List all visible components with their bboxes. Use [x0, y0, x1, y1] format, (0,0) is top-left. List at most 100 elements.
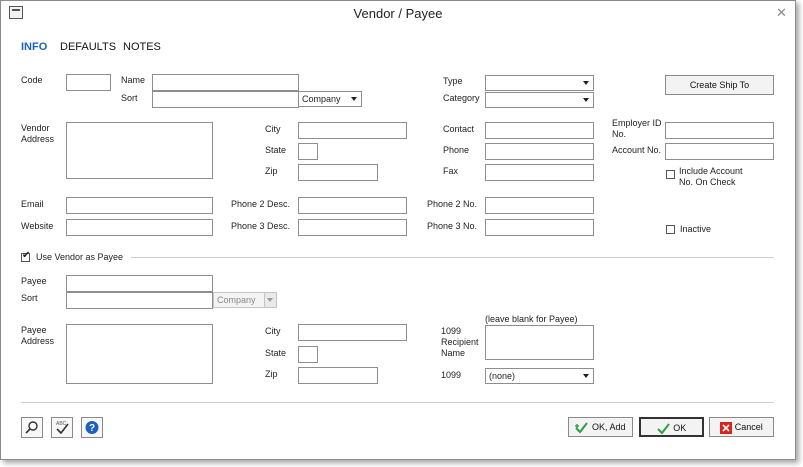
search-button[interactable] [21, 417, 43, 438]
inactive-checkbox[interactable] [666, 225, 675, 234]
check-icon: ✔ [22, 250, 31, 261]
phone-field[interactable] [485, 143, 594, 160]
phone3-desc-label: Phone 3 Desc. [231, 221, 291, 231]
ok-button[interactable]: OK [639, 417, 704, 437]
category-select[interactable] [485, 92, 594, 108]
vendor-payee-window: Vendor / Payee ✕ INFO DEFAULTS NOTES Cod… [0, 0, 796, 460]
form1099-select[interactable]: (none) [485, 368, 594, 384]
payee-state-field[interactable] [298, 346, 318, 363]
payee-zip-label: Zip [265, 369, 278, 379]
help-icon: ? [85, 421, 99, 434]
sort-label: Sort [121, 93, 138, 103]
check-plus-icon [575, 422, 589, 434]
inactive-label: Inactive [680, 224, 712, 234]
cancel-icon [720, 421, 733, 434]
phone3-no-field[interactable] [485, 219, 594, 236]
website-label: Website [21, 221, 54, 231]
ok-add-label: OK, Add [591, 422, 626, 432]
spellcheck-icon: ABC [56, 421, 69, 435]
form1099-label: 1099 [441, 370, 462, 380]
create-ship-to-button[interactable]: Create Ship To [665, 75, 774, 95]
email-label: Email [21, 199, 44, 209]
include-account-checkbox[interactable] [666, 170, 675, 179]
account-no-field[interactable] [665, 143, 774, 160]
tab-info[interactable]: INFO [21, 41, 47, 53]
type-label: Type [443, 76, 463, 86]
payee-zip-field[interactable] [298, 367, 378, 384]
website-field[interactable] [66, 219, 213, 236]
phone2-desc-field[interactable] [298, 197, 407, 214]
employer-id-field[interactable] [665, 122, 774, 139]
payee-sort-label: Sort [21, 293, 38, 303]
search-icon [25, 421, 38, 434]
recipient-hint: (leave blank for Payee) [485, 314, 578, 324]
name-label: Name [121, 75, 146, 85]
chevron-down-icon [583, 98, 589, 102]
chevron-down-icon [583, 374, 589, 378]
zip-field[interactable] [298, 164, 378, 181]
fax-field[interactable] [485, 164, 594, 181]
contact-label: Contact [443, 124, 475, 134]
tab-defaults[interactable]: DEFAULTS [60, 41, 116, 53]
payee-city-label: City [265, 326, 281, 336]
title-bar: Vendor / Payee ✕ [1, 1, 795, 27]
category-label: Category [443, 93, 480, 103]
chevron-down-icon [267, 298, 273, 302]
close-icon[interactable]: ✕ [776, 5, 787, 21]
payee-address-field[interactable] [66, 324, 213, 384]
phone2-no-field[interactable] [485, 197, 594, 214]
city-field[interactable] [298, 122, 407, 139]
payee-section-divider [131, 257, 774, 258]
use-vendor-as-payee-label: Use Vendor as Payee [36, 252, 124, 262]
tab-notes[interactable]: NOTES [123, 41, 161, 53]
checkmark-icon [657, 423, 670, 435]
phone3-desc-field[interactable] [298, 219, 407, 236]
code-field[interactable] [66, 74, 111, 91]
sort-type-value: Company [302, 94, 341, 104]
payee-sort-type-value: Company [217, 295, 256, 305]
svg-text:ABC: ABC [56, 421, 67, 427]
payee-city-field[interactable] [298, 324, 407, 341]
phone2-no-label: Phone 2 No. [427, 199, 478, 209]
payee-sort-field[interactable] [66, 292, 213, 309]
help-button[interactable]: ? [81, 417, 103, 438]
city-label: City [265, 124, 281, 134]
employer-id-label: Employer ID No. [612, 118, 662, 139]
chevron-down-icon [583, 81, 589, 85]
account-no-label: Account No. [612, 145, 662, 155]
svg-text:?: ? [89, 423, 95, 434]
spellcheck-button[interactable]: ABC [51, 417, 73, 438]
use-vendor-as-payee-checkbox[interactable]: ✔ [21, 250, 31, 262]
sort-field[interactable] [152, 91, 299, 108]
form1099-value: (none) [489, 371, 516, 381]
payee-sort-type-select[interactable]: Company [213, 292, 277, 308]
include-account-label: Include Account No. On Check [679, 166, 743, 187]
chevron-down-icon [351, 97, 357, 101]
cancel-button[interactable]: Cancel [709, 417, 774, 437]
state-label: State [265, 145, 287, 155]
payee-label: Payee [21, 276, 47, 286]
payee-field[interactable] [66, 275, 213, 292]
name-field[interactable] [152, 74, 299, 91]
cancel-label: Cancel [734, 422, 763, 432]
footer-divider [21, 402, 774, 403]
sort-type-select[interactable]: Company [298, 91, 362, 107]
payee-state-label: State [265, 348, 287, 358]
phone2-desc-label: Phone 2 Desc. [231, 199, 291, 209]
recipient-name-field[interactable] [485, 325, 594, 360]
vendor-address-label: Vendor Address [21, 123, 55, 144]
contact-field[interactable] [485, 122, 594, 139]
vendor-address-field[interactable] [66, 122, 213, 179]
recipient-name-label: 1099 Recipient Name [441, 326, 479, 358]
phone3-no-label: Phone 3 No. [427, 221, 478, 231]
window-title: Vendor / Payee [353, 6, 443, 21]
ok-label: OK [673, 423, 687, 433]
email-field[interactable] [66, 197, 213, 214]
ok-add-button[interactable]: OK, Add [568, 417, 633, 437]
code-label: Code [21, 75, 43, 85]
zip-label: Zip [265, 166, 278, 176]
type-select[interactable] [485, 75, 594, 91]
fax-label: Fax [443, 166, 459, 176]
state-field[interactable] [298, 143, 318, 160]
payee-address-label: Payee Address [21, 325, 55, 346]
